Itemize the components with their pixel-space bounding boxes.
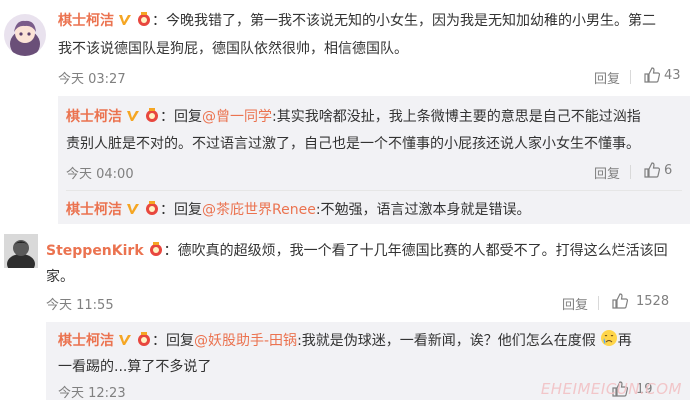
comment-text-cont: 责别人脏是不对的。不过语言过激了，自己也是一个不懂事的小屁孩还说人家小女生不懂事… [66, 136, 640, 152]
reply-prefix: ：回复 [152, 333, 194, 349]
crying-emoji-icon [600, 329, 618, 356]
mention-link[interactable]: @妖股助手-田锅 [194, 333, 297, 349]
timestamp: 今天 03:27 [58, 72, 126, 87]
comment-text: :其实我啥都没扯，我上条微博主要的意思是自己不能过汹指 [272, 109, 641, 125]
thumb-up-icon[interactable] [644, 162, 660, 178]
timestamp: 今天 12:23 [58, 386, 126, 400]
user-name[interactable]: SteppenKirk [46, 243, 144, 259]
user-name[interactable]: 棋士柯洁 [66, 202, 122, 218]
comment-text: :不勉强，语言过激本身就是错误。 [315, 202, 531, 218]
comment-line: SteppenKirk ：德吹真的超级烦，我一个看了十几年德国比赛的人都受不了。打… [46, 238, 668, 266]
comment-text-end: 再 [617, 333, 632, 349]
reply-button[interactable]: 回复 [594, 163, 620, 182]
medal-icon [148, 240, 164, 266]
comment-line: 棋士柯洁 ：回复@茶庇世界Renee:不勉强，语言过激本身就是错误。 [66, 197, 531, 225]
comment-text: ：今晚我错了，第一我不该说无知的小女生，因为我是无知加幼稚的小男生。第二 [152, 13, 656, 29]
user-name[interactable]: 棋士柯洁 [66, 109, 122, 125]
medal-icon [136, 330, 152, 356]
user-name[interactable]: 棋士柯洁 [58, 13, 114, 29]
divider [630, 165, 631, 179]
like-count: 1528 [636, 294, 670, 309]
reply-prefix: ：回复 [160, 109, 202, 125]
reply-button[interactable]: 回复 [562, 294, 588, 313]
avatar[interactable] [4, 14, 46, 56]
reply-button[interactable]: 回复 [594, 68, 620, 87]
avatar[interactable] [4, 234, 38, 268]
comment-text-cont: 一看踢的...算了不多说了 [58, 359, 212, 375]
thumb-up-icon[interactable] [644, 67, 660, 83]
reply-prefix: ：回复 [160, 202, 202, 218]
verified-v-icon [126, 199, 140, 225]
user-name[interactable]: 棋士柯洁 [58, 333, 114, 349]
timestamp: 今天 11:55 [46, 298, 114, 313]
medal-icon [144, 199, 160, 225]
comment-text-cont: 家。 [46, 269, 74, 285]
verified-v-icon [126, 106, 140, 132]
watermark: EHEIMEICUN.COM [540, 380, 682, 398]
mention-link[interactable]: @茶庇世界Renee [202, 202, 316, 218]
divider [598, 296, 599, 310]
comment-line: 棋士柯洁 ：回复@曾一同学:其实我啥都没扯，我上条微博主要的意思是自己不能过汹指 [66, 104, 641, 132]
thumb-up-icon[interactable] [612, 293, 628, 309]
medal-icon [144, 106, 160, 132]
medal-icon [136, 10, 152, 36]
comment-text: ：德吹真的超级烦，我一个看了十几年德国比赛的人都受不了。打得这么烂活该回 [163, 243, 668, 259]
verified-v-icon [118, 330, 132, 356]
comment-line: 棋士柯洁 ：回复@妖股助手-田锅:我就是伪球迷，一看新闻，诶？他们怎么在度假 再 [58, 328, 632, 356]
verified-v-icon [118, 10, 132, 36]
comment-text: :我就是伪球迷，一看新闻，诶？他们怎么在度假 [297, 333, 596, 349]
divider [66, 190, 682, 191]
comment-text-cont: 我不该说德国队是狗屁，德国队依然很帅，相信德国队。 [58, 41, 408, 57]
mention-link[interactable]: @曾一同学 [202, 109, 272, 125]
timestamp: 今天 04:00 [66, 167, 134, 182]
divider [630, 70, 631, 84]
like-count: 43 [664, 68, 681, 83]
comment-line: 棋士柯洁 ：今晚我错了，第一我不该说无知的小女生，因为我是无知加幼稚的小男生。第二 [58, 8, 656, 36]
like-count: 6 [664, 163, 673, 178]
